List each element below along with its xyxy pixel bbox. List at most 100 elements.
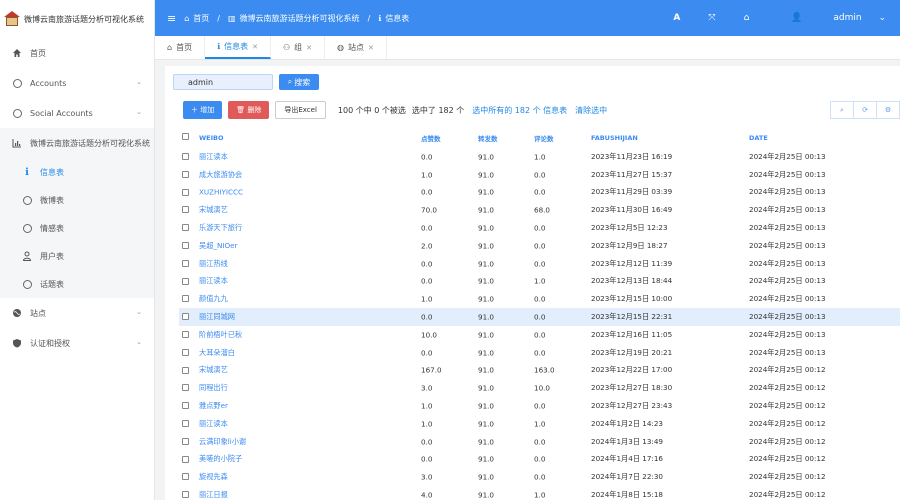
row-checkbox[interactable]	[182, 330, 189, 338]
table-row[interactable]: 乐游天下旅行 0.0 91.0 0.0 2023年12月5日 12:23 2024年2月2…	[179, 219, 900, 237]
tab-home[interactable]: ⌂ 首页	[155, 36, 206, 59]
sidebar-item-sites[interactable]: 站点 ⌄	[0, 298, 154, 328]
tab-group[interactable]: ⚇ 组 ✕	[271, 36, 326, 59]
column-header[interactable]: 点赞数	[421, 133, 441, 143]
fullscreen-icon[interactable]: ⤧	[694, 13, 729, 23]
table-row[interactable]: 吴超_NIOer 2.0 91.0 0.0 2023年12月9日 18:27 2024年2…	[179, 237, 900, 255]
row-checkbox[interactable]	[182, 402, 189, 410]
row-checkbox[interactable]	[182, 153, 189, 160]
table-row[interactable]: 颜值九九 1.0 91.0 0.0 2023年12月15日 10:00 2024年2月25…	[179, 290, 900, 308]
search-icon[interactable]: ⌕	[830, 101, 854, 119]
delete-button[interactable]: 🗑 删除	[228, 101, 270, 119]
column-header[interactable]: 转发数	[478, 133, 498, 143]
row-checkbox[interactable]	[182, 170, 189, 178]
select-all-checkbox[interactable]	[182, 133, 189, 140]
weibo-cell[interactable]: 同程出行	[199, 383, 228, 393]
tab-info-table[interactable]: ℹ 信息表 ✕	[205, 36, 271, 59]
sidebar-item-auth[interactable]: 认证和授权 ⌄	[0, 328, 154, 358]
sidebar-item-info-table[interactable]: ℹ 信息表	[0, 158, 154, 186]
table-row[interactable]: 美嗟的小院子 0.0 91.0 0.0 2024年1月4日 17:16 2024年2月25…	[179, 451, 900, 469]
row-checkbox[interactable]	[182, 259, 189, 267]
row-checkbox[interactable]	[182, 188, 189, 196]
sidebar-item-user-table[interactable]: 用户表	[0, 242, 154, 270]
weibo-cell[interactable]: 美嗟的小院子	[199, 454, 242, 464]
weibo-cell[interactable]: 丽江热线	[199, 259, 228, 269]
weibo-cell[interactable]: 丽江读本	[199, 152, 228, 162]
table-row[interactable]: 宋城演艺 167.0 91.0 163.0 2023年12月22日 17:00 2024年…	[179, 362, 900, 380]
sidebar-item-accounts[interactable]: Accounts ⌄	[0, 68, 154, 98]
table-row[interactable]: 大耳朵溜白 0.0 91.0 0.0 2023年12月19日 20:21 2024年2月2…	[179, 344, 900, 362]
menu-toggle-icon[interactable]: ≡	[167, 12, 176, 25]
table-row[interactable]: XUZHIYICCC 0.0 91.0 0.0 2023年11月29日 03:39 202…	[179, 184, 900, 202]
weibo-cell[interactable]: 丽江读本	[199, 419, 228, 429]
breadcrumb-home[interactable]: ⌂ 首页	[184, 13, 209, 24]
weibo-cell[interactable]: 丽江同城网	[199, 312, 235, 322]
row-checkbox[interactable]	[182, 277, 189, 285]
table-row[interactable]: 同程出行 3.0 91.0 10.0 2023年12月27日 18:30 2024年2月2…	[179, 379, 900, 397]
user-menu[interactable]: 👤 admin ⌄	[763, 13, 900, 23]
weibo-cell[interactable]: 雅点野er	[199, 401, 228, 411]
tab-sites[interactable]: ◍ 站点 ✕	[325, 36, 387, 59]
table-row[interactable]: 丽江读本 1.0 91.0 1.0 2024年1月2日 14:23 2024年2月25日 …	[179, 415, 900, 433]
weibo-cell[interactable]: 旋视先森	[199, 472, 228, 482]
table-row[interactable]: 旋视先森 3.0 91.0 0.0 2024年1月7日 22:30 2024年2月25日 …	[179, 468, 900, 486]
column-header[interactable]: DATE	[749, 134, 768, 142]
row-checkbox[interactable]	[182, 366, 189, 374]
refresh-icon[interactable]: ⟳	[853, 101, 877, 119]
sidebar-item-weibo-table[interactable]: 微博表	[0, 186, 154, 214]
column-header[interactable]: 评论数	[534, 133, 554, 143]
table-row[interactable]: 成大旅游协会 1.0 91.0 0.0 2023年11月27日 15:37 2024年2月…	[179, 166, 900, 184]
sidebar-item-sentiment-table[interactable]: 情感表	[0, 214, 154, 242]
table-row[interactable]: 丽江读本 0.0 91.0 1.0 2023年12月13日 18:44 2024年2月25…	[179, 273, 900, 291]
font-size-icon[interactable]: A	[659, 13, 694, 23]
row-checkbox[interactable]	[182, 224, 189, 232]
row-checkbox[interactable]	[182, 437, 189, 445]
search-button[interactable]: ⌕ 搜索	[279, 74, 319, 90]
column-header[interactable]: FABUSHIJIAN	[591, 134, 638, 142]
row-checkbox[interactable]	[182, 241, 189, 249]
weibo-cell[interactable]: 丽江读本	[199, 276, 228, 286]
row-checkbox[interactable]	[182, 419, 189, 427]
home-icon[interactable]: ⌂	[730, 13, 764, 23]
close-icon[interactable]: ✕	[252, 43, 258, 51]
table-row[interactable]: 丽江日报 4.0 91.0 1.0 2024年1月8日 15:18 2024年2月25日 …	[179, 486, 900, 500]
weibo-cell[interactable]: 丽江日报	[199, 490, 228, 500]
row-checkbox[interactable]	[182, 384, 189, 392]
column-header[interactable]: WEIBO	[199, 134, 224, 142]
clear-selection-link[interactable]: 清除选中	[575, 105, 607, 116]
table-row[interactable]: 雅点野er 1.0 91.0 0.0 2023年12月27日 23:43 2024年2月2…	[179, 397, 900, 415]
row-checkbox[interactable]	[182, 348, 189, 356]
settings-icon[interactable]: ⚙	[876, 101, 900, 119]
weibo-cell[interactable]: 成大旅游协会	[199, 170, 242, 180]
table-row[interactable]: 宋城演艺 70.0 91.0 68.0 2023年11月30日 16:49 2024年2月…	[179, 201, 900, 219]
sidebar-item-home[interactable]: 首页	[0, 38, 154, 68]
close-icon[interactable]: ✕	[306, 44, 312, 52]
sidebar-item-social-accounts[interactable]: Social Accounts ⌄	[0, 98, 154, 128]
breadcrumb-analysis[interactable]: ▥ 微博云南旅游话题分析可视化系统	[228, 13, 360, 24]
brand[interactable]: 微博云南旅游话题分析可视化系统	[0, 0, 154, 38]
weibo-cell[interactable]: XUZHIYICCC	[199, 188, 243, 197]
table-row[interactable]: 阶前梧叶已秋 10.0 91.0 0.0 2023年12月16日 11:05 2024年2…	[179, 326, 900, 344]
sidebar-item-analysis[interactable]: 微博云南旅游话题分析可视化系统	[0, 128, 154, 158]
row-checkbox[interactable]	[182, 206, 189, 214]
weibo-cell[interactable]: 云满印象lì小谢	[199, 437, 246, 447]
search-input[interactable]	[173, 74, 273, 90]
add-button[interactable]: ＋ 增加	[183, 101, 223, 119]
row-checkbox[interactable]	[182, 295, 189, 303]
weibo-cell[interactable]: 宋城演艺	[199, 365, 228, 375]
row-checkbox[interactable]	[182, 313, 189, 321]
sidebar-item-topic-table[interactable]: 话题表	[0, 270, 154, 298]
row-checkbox[interactable]	[182, 473, 189, 481]
export-excel-button[interactable]: 导出Excel	[275, 101, 326, 119]
table-row[interactable]: 云满印象lì小谢 0.0 91.0 0.0 2024年1月3日 13:49 2024年2月…	[179, 433, 900, 451]
table-row[interactable]: 丽江热线 0.0 91.0 0.0 2023年12月12日 11:39 2024年2月25…	[179, 255, 900, 273]
row-checkbox[interactable]	[182, 491, 189, 499]
select-all-link[interactable]: 选中所有的 182 个 信息表	[472, 105, 567, 116]
table-row[interactable]: 丽江同城网 0.0 91.0 0.0 2023年12月15日 22:31 2024年2月2…	[179, 308, 900, 326]
weibo-cell[interactable]: 大耳朵溜白	[199, 348, 235, 358]
weibo-cell[interactable]: 颜值九九	[199, 294, 228, 304]
weibo-cell[interactable]: 吴超_NIOer	[199, 241, 238, 251]
table-row[interactable]: 丽江读本 0.0 91.0 1.0 2023年11月23日 16:19 2024年2月25…	[179, 148, 900, 166]
weibo-cell[interactable]: 阶前梧叶已秋	[199, 330, 242, 340]
weibo-cell[interactable]: 乐游天下旅行	[199, 223, 242, 233]
